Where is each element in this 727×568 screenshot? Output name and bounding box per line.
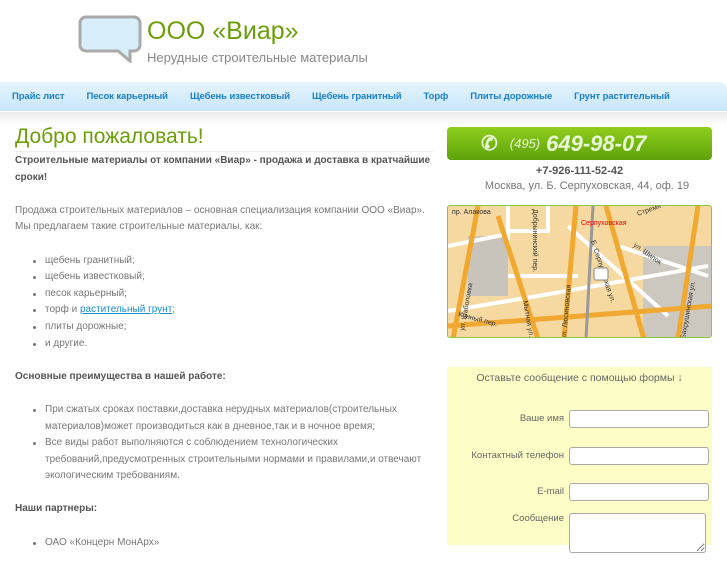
phone-label: Контактный телефон [471,450,564,461]
main-content: Добро пожаловать! Строительные материалы… [15,124,433,568]
message-label: Сообщение [512,513,564,524]
logo-speech-bubble-icon [78,15,142,63]
nav-sand[interactable]: Песок карьерный [87,91,169,102]
nav-road-slabs[interactable]: Плиты дорожные [470,91,552,102]
phone-code: (495) [509,136,541,151]
site-subtitle: Нерудные строительные материалы [147,50,368,65]
partners-list: ОАО «Концерн МонАрх» [33,535,433,552]
list-item: песок карьерный; [33,286,433,303]
message-input[interactable] [569,513,706,553]
name-input[interactable] [569,410,709,428]
mobile-phone: +7-926-111-52-42 [535,165,624,177]
list-item: торф и растительный грунт; [33,302,433,319]
advantages-title: Основные преимущества в нашей работе: [15,370,226,382]
nav-peat[interactable]: Торф [424,91,449,102]
email-label: E-mail [537,486,564,497]
list-item: При сжатых сроках поставки,доставка неру… [33,402,433,435]
metro-label: Серпуховская [581,220,627,227]
list-item: и другие. [33,336,433,353]
list-item: щебень гранитный; [33,253,433,270]
map-marker-icon [593,267,609,281]
main-nav: Прайс лист Песок карьерный Щебень извест… [0,82,727,111]
map-graphic: пр. Алакова Добрынинский пер. Серпуховск… [448,206,711,337]
nav-soil[interactable]: Грунт растительный [574,91,670,102]
map-label: пр. Алакова [452,209,491,216]
soil-link[interactable]: растительный грунт [80,304,172,315]
map-label: Добрынинский пер. [531,209,539,272]
nav-limestone[interactable]: Щебень известковый [190,91,290,102]
name-label: Ваше имя [519,413,564,424]
phone-input[interactable] [569,447,709,465]
phone-banner[interactable]: ✆ (495) 649-98-07 [447,127,712,160]
partners-title: Наши партнеры: [15,503,98,515]
email-input[interactable] [569,483,709,501]
list-text: торф и [45,304,80,316]
nav-granite[interactable]: Щебень гранитный [312,91,402,102]
address: Москва, ул. Б. Серпуховская, 44, оф. 19 [484,180,690,192]
contact-form: Оставьте сообщение с помощью формы ↓ Ваш… [447,367,712,553]
page-title: Добро пожаловать! [15,124,433,152]
materials-list: щебень гранитный; щебень известковый; пе… [33,253,433,353]
advantages-list: При сжатых сроках поставки,доставка неру… [33,402,433,485]
intro-bold: Строительные материалы от компании «Виар… [15,155,431,183]
list-text: ; [172,304,176,316]
form-title: Оставьте сообщение с помощью формы ↓ [476,372,683,384]
intro-text: Продажа строительных материалов – основн… [15,204,425,233]
map-label: Стремя [636,206,662,218]
list-item: ОАО «Концерн МонАрх» [33,535,433,552]
list-item: плиты дорожные; [33,319,433,336]
site-title[interactable]: ООО «Виар» [147,17,299,46]
list-item: щебень известковый; [33,269,433,286]
nav-price-list[interactable]: Прайс лист [12,91,65,102]
phone-icon: ✆ [481,133,498,155]
list-item: Все виды работ выполняются с соблюдением… [33,435,433,485]
location-map[interactable]: пр. Алакова Добрынинский пер. Серпуховск… [447,205,712,338]
phone-number: 649-98-07 [546,130,647,156]
